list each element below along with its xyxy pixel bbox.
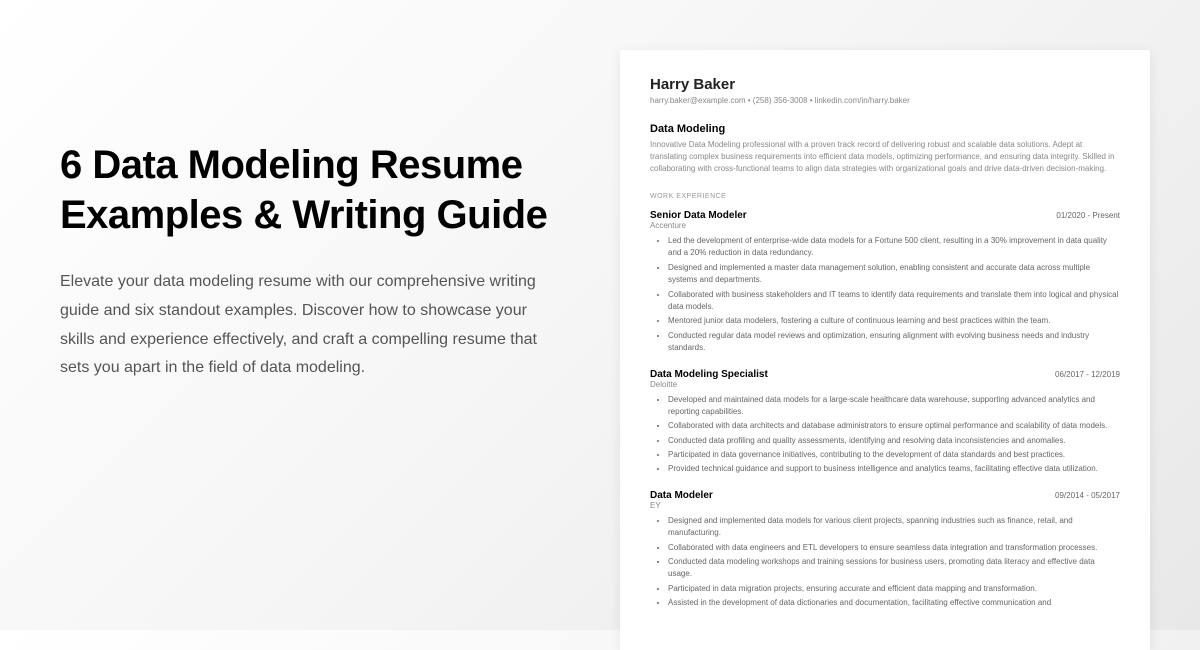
resume-contact: harry.baker@example.com • (258) 356-3008… [650, 96, 1120, 105]
work-experience-label: WORK EXPERIENCE [650, 193, 1120, 200]
resume-name: Harry Baker [650, 76, 1120, 93]
job-bullet: Participated in data governance initiati… [668, 449, 1120, 461]
job-bullet: Collaborated with data engineers and ETL… [668, 542, 1120, 554]
job-bullet: Provided technical guidance and support … [668, 463, 1120, 475]
job-bullet: Designed and implemented data models for… [668, 515, 1120, 540]
job-title: Data Modeling Specialist [650, 369, 768, 380]
job-bullets: Developed and maintained data models for… [650, 394, 1120, 476]
job-bullet: Assisted in the development of data dict… [668, 597, 1120, 609]
resume-preview: Harry Baker harry.baker@example.com • (2… [620, 50, 1150, 650]
job-entry: Senior Data Modeler 01/2020 - PresentAcce… [650, 210, 1120, 355]
resume-summary: Innovative Data Modeling professional wi… [650, 139, 1120, 175]
job-bullet: Collaborated with business stakeholders … [668, 289, 1120, 314]
page-subtitle: Elevate your data modeling resume with o… [60, 268, 560, 383]
job-bullet: Conducted regular data model reviews and… [668, 330, 1120, 355]
job-dates: 06/2017 - 12/2019 [1055, 370, 1120, 379]
left-panel: 6 Data Modeling Resume Examples & Writin… [0, 0, 600, 630]
job-company: Deloitte [650, 380, 1120, 389]
right-panel: Harry Baker harry.baker@example.com • (2… [600, 0, 1160, 630]
job-bullet: Led the development of enterprise-wide d… [668, 235, 1120, 260]
job-company: EY [650, 501, 1120, 510]
job-bullet: Conducted data profiling and quality ass… [668, 435, 1120, 447]
job-bullet: Participated in data migration projects,… [668, 583, 1120, 595]
job-bullet: Designed and implemented a master data m… [668, 262, 1120, 287]
job-title: Data Modeler [650, 490, 713, 501]
job-title: Senior Data Modeler [650, 210, 747, 221]
page-title: 6 Data Modeling Resume Examples & Writin… [60, 140, 560, 240]
job-bullets: Led the development of enterprise-wide d… [650, 235, 1120, 355]
resume-section-title: Data Modeling [650, 123, 1120, 135]
job-header: Senior Data Modeler 01/2020 - Present [650, 210, 1120, 221]
job-dates: 09/2014 - 05/2017 [1055, 491, 1120, 500]
job-header: Data Modeler 09/2014 - 05/2017 [650, 490, 1120, 501]
job-bullet: Conducted data modeling workshops and tr… [668, 556, 1120, 581]
job-entry: Data Modeler 09/2014 - 05/2017EY Designed … [650, 490, 1120, 610]
job-bullet: Mentored junior data modelers, fostering… [668, 315, 1120, 327]
job-company: Accenture [650, 221, 1120, 230]
job-bullets: Designed and implemented data models for… [650, 515, 1120, 610]
jobs-container: Senior Data Modeler 01/2020 - PresentAcce… [650, 210, 1120, 610]
job-bullet: Developed and maintained data models for… [668, 394, 1120, 419]
job-dates: 01/2020 - Present [1056, 211, 1120, 220]
job-entry: Data Modeling Specialist 06/2017 - 12/201… [650, 369, 1120, 476]
job-header: Data Modeling Specialist 06/2017 - 12/201… [650, 369, 1120, 380]
job-bullet: Collaborated with data architects and da… [668, 420, 1120, 432]
